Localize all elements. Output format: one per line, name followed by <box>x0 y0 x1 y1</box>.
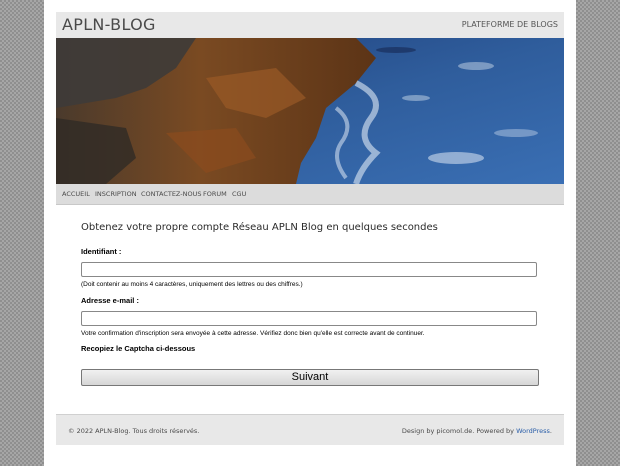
email-label: Adresse e-mail : <box>81 296 139 305</box>
captcha-label: Recopiez le Captcha ci-dessous <box>81 344 196 353</box>
main-nav: ACCUEIL INSCRIPTION CONTACTEZ-NOUS FORUM… <box>56 184 564 205</box>
site-header: APLN-BLOG PLATEFORME DE BLOGS <box>56 12 564 39</box>
nav-item-inscription[interactable]: INSCRIPTION <box>95 190 137 198</box>
footer-credits-suffix: . <box>549 427 552 435</box>
nav-item-accueil[interactable]: ACCUEIL <box>62 190 90 198</box>
username-input[interactable] <box>81 262 537 277</box>
footer-copyright: © 2022 APLN-Blog. Tous droits réservés. <box>68 427 200 435</box>
nav-item-contact[interactable]: CONTACTEZ-NOUS <box>141 190 201 198</box>
wordpress-link[interactable]: WordPress <box>516 427 550 435</box>
email-hint: Votre confirmation d'inscription sera en… <box>81 330 425 337</box>
username-label: Identifiant : <box>81 247 122 256</box>
footer-credits: Design by picomol.de. Powered by WordPre… <box>402 427 552 435</box>
email-input[interactable] <box>81 311 537 326</box>
site-title[interactable]: APLN-BLOG <box>62 15 156 34</box>
page-container: APLN-BLOG PLATEFORME DE BLOGS ACCUEIL IN… <box>44 0 576 466</box>
nav-item-cgu[interactable]: CGU <box>232 190 246 198</box>
site-tagline: PLATEFORME DE BLOGS <box>461 20 558 29</box>
footer-credits-text: Design by picomol.de. Powered by <box>401 427 517 435</box>
site-footer: © 2022 APLN-Blog. Tous droits réservés. … <box>56 414 564 445</box>
username-hint: (Doit contenir au moins 4 caractères, un… <box>81 281 303 288</box>
nav-item-forum[interactable]: FORUM <box>203 190 227 198</box>
header-banner-image <box>56 38 564 184</box>
signup-heading: Obtenez votre propre compte Réseau APLN … <box>81 222 438 233</box>
submit-button[interactable]: Suivant <box>81 369 539 386</box>
